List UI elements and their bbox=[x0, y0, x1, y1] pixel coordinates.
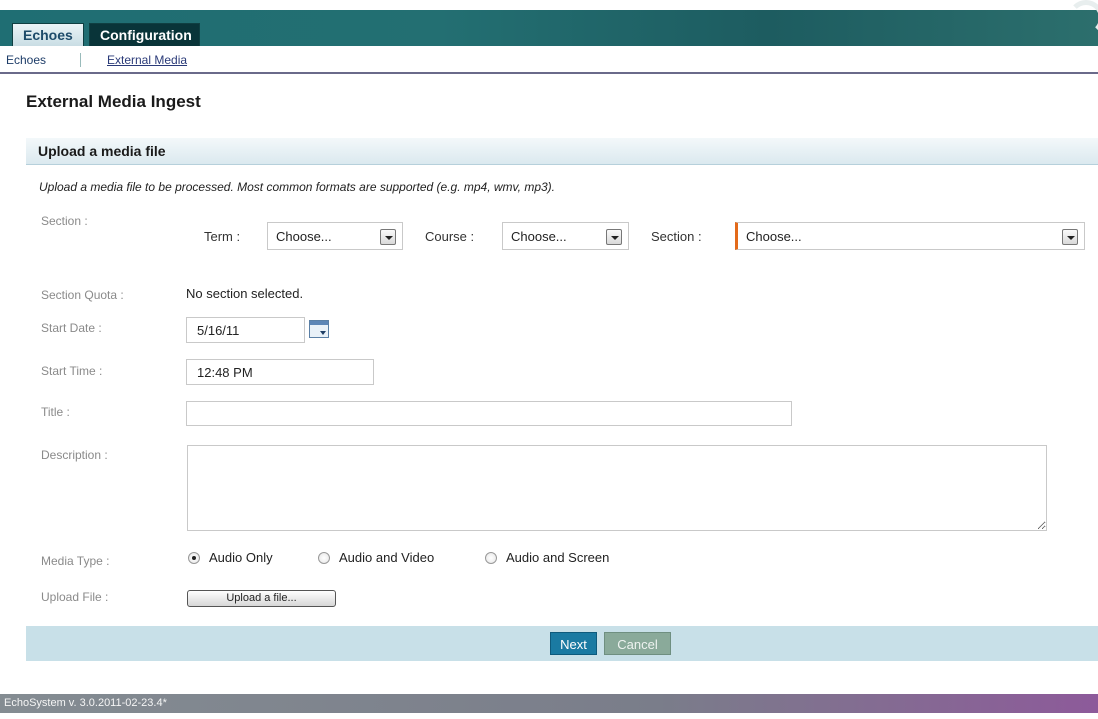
media-type-option-label: Audio Only bbox=[209, 550, 273, 565]
logo-icon bbox=[1068, 0, 1098, 36]
radio-unselected-icon bbox=[318, 551, 330, 564]
section-quota-label: Section Quota : bbox=[41, 288, 124, 302]
tab-echoes[interactable]: Echoes bbox=[12, 23, 84, 46]
media-type-audio-only-radio[interactable]: Audio Only bbox=[188, 550, 273, 565]
cancel-button[interactable]: Cancel bbox=[604, 632, 671, 655]
course-select[interactable]: Choose... bbox=[502, 222, 629, 250]
course-select-value: Choose... bbox=[511, 229, 567, 244]
panel-title: Upload a media file bbox=[38, 143, 166, 159]
section-select[interactable]: Choose... bbox=[735, 222, 1085, 250]
start-time-label: Start Time : bbox=[41, 364, 103, 378]
start-date-label: Start Date : bbox=[41, 321, 102, 335]
term-label: Term : bbox=[204, 229, 241, 244]
media-type-label: Media Type : bbox=[41, 554, 110, 568]
section-label: Section : bbox=[41, 214, 88, 228]
calendar-icon[interactable] bbox=[309, 320, 329, 338]
subnav-separator bbox=[80, 53, 81, 67]
start-time-value: 12:48 PM bbox=[197, 365, 253, 380]
title-field[interactable] bbox=[186, 401, 792, 426]
subnav-external-media-link[interactable]: External Media bbox=[107, 53, 187, 67]
radio-selected-icon bbox=[188, 551, 200, 564]
tab-configuration[interactable]: Configuration bbox=[89, 23, 200, 46]
media-type-audio-screen-radio[interactable]: Audio and Screen bbox=[485, 550, 609, 565]
subnav-echoes-link[interactable]: Echoes bbox=[6, 53, 46, 67]
title-label: Title : bbox=[41, 405, 70, 419]
description-textarea[interactable] bbox=[187, 445, 1047, 531]
term-select-value: Choose... bbox=[276, 229, 332, 244]
section-quota-value: No section selected. bbox=[186, 286, 304, 301]
media-type-option-label: Audio and Screen bbox=[506, 550, 610, 565]
top-strip bbox=[0, 0, 1098, 10]
radio-unselected-icon bbox=[485, 551, 497, 564]
page-title: External Media Ingest bbox=[26, 92, 201, 111]
upload-file-label: Upload File : bbox=[41, 590, 109, 604]
course-label: Course : bbox=[425, 229, 475, 244]
chevron-down-icon bbox=[380, 229, 396, 245]
sub-navigation: Echoes External Media bbox=[0, 46, 1098, 74]
chevron-down-icon bbox=[606, 229, 622, 245]
start-time-field[interactable]: 12:48 PM bbox=[186, 359, 374, 385]
chevron-down-icon bbox=[1062, 229, 1078, 245]
next-button[interactable]: Next bbox=[550, 632, 597, 655]
version-footer: EchoSystem v. 3.0.2011-02-23.4* bbox=[0, 694, 1098, 713]
version-text: EchoSystem v. 3.0.2011-02-23.4* bbox=[4, 697, 167, 709]
panel-header: Upload a media file bbox=[26, 138, 1098, 165]
action-bar: Next Cancel bbox=[26, 626, 1098, 661]
section-inline-label: Section : bbox=[651, 229, 702, 244]
media-type-option-label: Audio and Video bbox=[339, 550, 435, 565]
start-date-field[interactable]: 5/16/11 bbox=[186, 317, 305, 343]
intro-text: Upload a media file to be processed. Mos… bbox=[39, 180, 555, 194]
term-select[interactable]: Choose... bbox=[267, 222, 403, 250]
media-type-audio-video-radio[interactable]: Audio and Video bbox=[318, 550, 434, 565]
section-select-value: Choose... bbox=[746, 229, 802, 244]
upload-file-button[interactable]: Upload a file... bbox=[187, 590, 336, 607]
start-date-value: 5/16/11 bbox=[197, 323, 240, 338]
description-label: Description : bbox=[41, 448, 108, 462]
